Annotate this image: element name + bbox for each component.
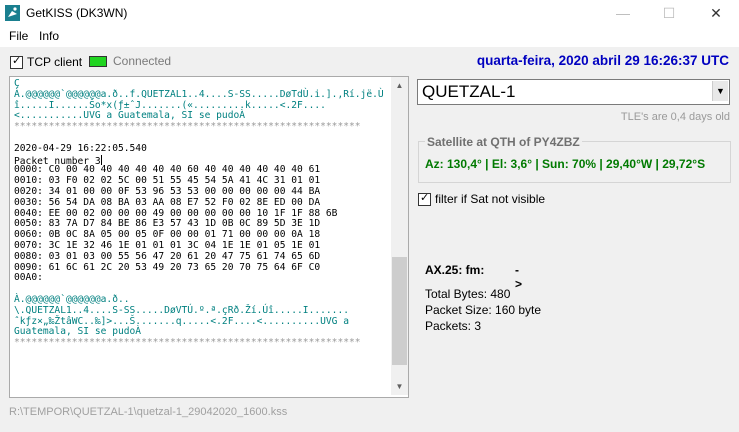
connection-status-led <box>89 56 107 67</box>
packet-console[interactable]: Ç À.@@@@@@`@@@@@@a.ð..f.QUETZAL1..4....S-… <box>9 76 409 398</box>
scroll-down-icon[interactable]: ▼ <box>391 378 408 395</box>
menu-file[interactable]: File <box>9 29 28 43</box>
satellite-dish-icon <box>5 5 20 21</box>
tcp-client-checkbox[interactable]: ✓ <box>10 54 23 69</box>
tle-age-label: TLE's are 0,4 days old <box>620 111 730 123</box>
console-line: 2020-04-29 16:22:05.540 <box>14 142 147 154</box>
menu-bar: File Info <box>0 27 739 47</box>
check-icon: ✓ <box>420 191 430 204</box>
title-bar: GetKISS (DK3WN) — ☐ ✕ <box>0 0 739 27</box>
satellite-position-info: Az: 130,4° | El: 3,6° | Sun: 70% | 29,40… <box>425 157 706 171</box>
console-line: 0030: 56 54 DA 08 BA 03 AA 08 E7 52 F0 0… <box>14 196 321 208</box>
total-bytes: Total Bytes: 480 <box>425 287 511 301</box>
datetime-display: quarta-feira, 2020 abril 29 16:26:37 UTC <box>476 53 729 68</box>
satellite-qth-title: Satellite at QTH of PY4ZBZ <box>425 135 582 149</box>
chevron-down-icon[interactable]: ▼ <box>712 81 728 101</box>
tcp-client-label: TCP client <box>27 55 83 69</box>
minimize-button[interactable]: — <box>600 0 646 27</box>
close-button[interactable]: ✕ <box>693 0 739 27</box>
console-text[interactable]: Ç À.@@@@@@`@@@@@@a.ð..f.QUETZAL1..4....S-… <box>14 79 390 395</box>
menu-info[interactable]: Info <box>39 29 59 43</box>
window-title: GetKISS (DK3WN) <box>26 6 128 20</box>
console-line: 00A0: <box>14 272 43 284</box>
ax25-arrow: -> <box>515 263 523 291</box>
console-line: 0090: 61 6C 61 2C 20 53 49 20 73 65 20 7… <box>14 261 321 273</box>
console-line: 0080: 03 01 03 00 55 56 47 20 61 20 47 7… <box>14 250 321 262</box>
filter-label: filter if Sat not visible <box>435 192 546 206</box>
console-line: À.@@@@@@`@@@@@@a.ð..f.QUETZAL1..4....S-S… <box>14 88 384 100</box>
status-file-path: R:\TEMPOR\QUETZAL-1\quetzal-1_29042020_1… <box>9 406 288 418</box>
ax25-label: AX.25: fm: <box>425 263 485 277</box>
filter-checkbox[interactable]: ✓ <box>418 191 431 206</box>
ax25-header: AX.25: fm: -> <box>425 263 522 291</box>
text-caret <box>100 154 102 165</box>
console-scrollbar[interactable]: ▲ ▼ <box>391 77 408 395</box>
maximize-button[interactable]: ☐ <box>646 0 692 27</box>
packet-count: Packets: 3 <box>425 319 482 333</box>
check-icon: ✓ <box>12 54 22 67</box>
scroll-thumb[interactable] <box>392 257 407 365</box>
console-line: ****************************************… <box>14 121 361 133</box>
console-line: \.QUETZAL1..4....S-SS.....DøVTÚ.º.ª.çRð.… <box>14 304 350 316</box>
console-line: ****************************************… <box>14 337 361 349</box>
connection-status-label: Connected <box>113 54 172 68</box>
packet-size: Packet Size: 160 byte <box>425 303 542 317</box>
satellite-select[interactable]: QUETZAL-1 ▼ <box>417 79 730 105</box>
satellite-select-value: QUETZAL-1 <box>422 82 516 101</box>
scroll-up-icon[interactable]: ▲ <box>391 77 408 94</box>
